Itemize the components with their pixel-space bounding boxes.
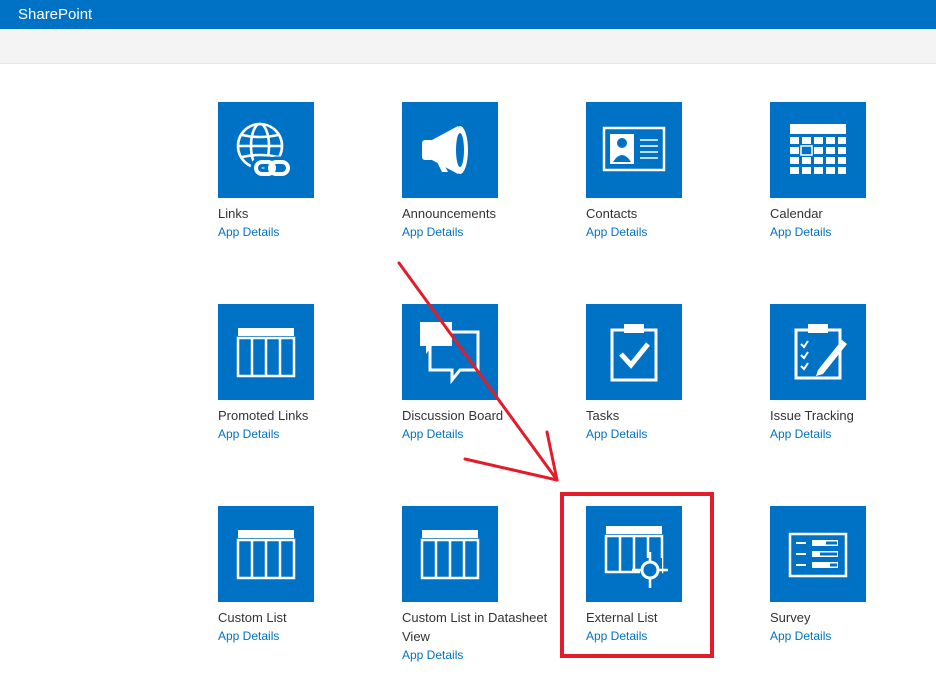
app-title[interactable]: Discussion Board (402, 406, 562, 425)
app-title[interactable]: Survey (770, 608, 930, 627)
app-title[interactable]: Custom List (218, 608, 378, 627)
app-details-link[interactable]: App Details (402, 426, 562, 442)
app-icon-tile[interactable] (218, 304, 314, 400)
survey-form-icon (788, 532, 848, 578)
external-list-icon (604, 526, 668, 588)
suite-bar: SharePoint (0, 0, 936, 29)
app-details-link[interactable]: App Details (770, 426, 930, 442)
app-icon-tile[interactable] (402, 506, 498, 602)
contact-card-icon (602, 126, 666, 172)
app-tile-issue-tracking[interactable]: Issue Tracking App Details (770, 304, 930, 442)
app-tile-calendar[interactable]: Calendar App Details (770, 102, 930, 240)
list-grid-icon (236, 530, 296, 580)
app-details-link[interactable]: App Details (218, 426, 378, 442)
app-tile-promoted-links[interactable]: Promoted Links App Details (218, 304, 378, 442)
app-icon-tile[interactable] (402, 304, 498, 400)
app-title[interactable]: Announcements (402, 204, 562, 223)
app-icon-tile[interactable] (770, 102, 866, 198)
list-grid-icon (420, 530, 480, 580)
app-tile-custom-list-datasheet[interactable]: Custom List in Datasheet View App Detail… (402, 506, 562, 663)
clipboard-pencil-icon (794, 324, 847, 380)
app-tile-announcements[interactable]: Announcements App Details (402, 102, 562, 240)
app-title[interactable]: External List (586, 608, 746, 627)
app-details-link[interactable]: App Details (586, 628, 746, 644)
app-title[interactable]: Contacts (586, 204, 746, 223)
app-details-link[interactable]: App Details (586, 224, 746, 240)
app-details-link[interactable]: App Details (770, 628, 930, 644)
ribbon-bar (0, 29, 936, 64)
app-icon-tile[interactable] (402, 102, 498, 198)
app-tile-links[interactable]: Links App Details (218, 102, 378, 240)
app-details-link[interactable]: App Details (770, 224, 930, 240)
app-icon-tile[interactable] (770, 506, 866, 602)
app-tile-discussion-board[interactable]: Discussion Board App Details (402, 304, 562, 442)
globe-link-icon (236, 122, 294, 180)
app-tile-contacts[interactable]: Contacts App Details (586, 102, 746, 240)
app-title[interactable]: Tasks (586, 406, 746, 425)
app-tile-survey[interactable]: Survey App Details (770, 506, 930, 644)
megaphone-icon (422, 126, 468, 174)
app-details-link[interactable]: App Details (586, 426, 746, 442)
app-title[interactable]: Custom List in Datasheet View (402, 608, 562, 646)
calendar-icon (790, 124, 846, 174)
sharepoint-brand-link[interactable]: SharePoint (18, 6, 92, 24)
list-grid-icon (236, 328, 296, 378)
app-details-link[interactable]: App Details (218, 224, 378, 240)
app-icon-tile[interactable] (218, 506, 314, 602)
app-details-link[interactable]: App Details (402, 224, 562, 240)
app-title[interactable]: Promoted Links (218, 406, 378, 425)
app-details-link[interactable]: App Details (218, 628, 378, 644)
app-icon-tile[interactable] (586, 102, 682, 198)
app-title[interactable]: Calendar (770, 204, 930, 223)
app-title[interactable]: Issue Tracking (770, 406, 930, 425)
clipboard-check-icon (610, 324, 658, 382)
app-details-link[interactable]: App Details (402, 647, 562, 663)
app-icon-tile[interactable] (218, 102, 314, 198)
annotation-arrowhead-left (463, 457, 559, 482)
speech-bubbles-icon (420, 322, 480, 385)
app-tile-external-list[interactable]: External List App Details (586, 506, 746, 644)
app-tile-custom-list[interactable]: Custom List App Details (218, 506, 378, 644)
app-icon-tile[interactable] (770, 304, 866, 400)
app-icon-tile[interactable] (586, 304, 682, 400)
app-title[interactable]: Links (218, 204, 378, 223)
app-icon-tile[interactable] (586, 506, 682, 602)
app-tile-tasks[interactable]: Tasks App Details (586, 304, 746, 442)
